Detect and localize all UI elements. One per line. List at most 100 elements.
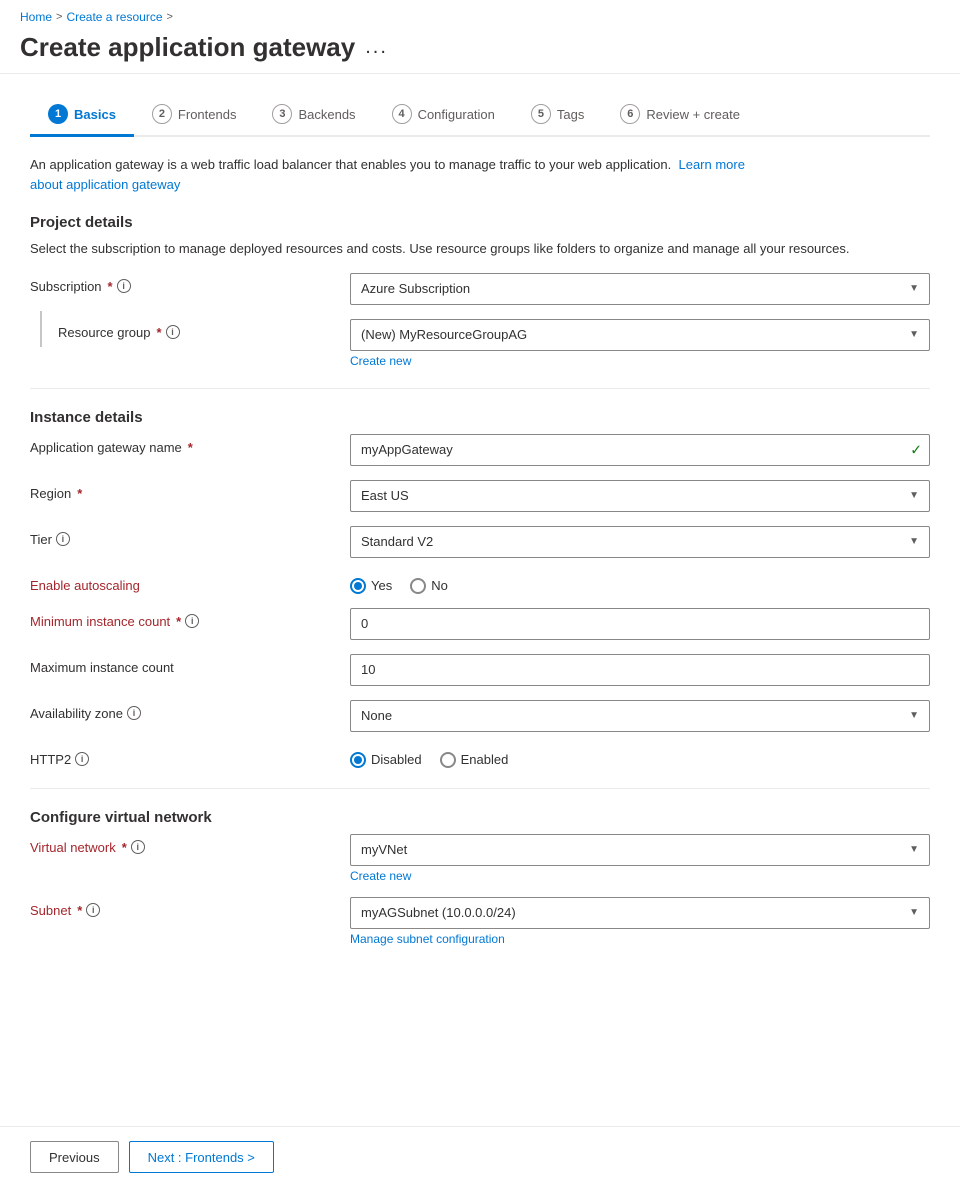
about-link[interactable]: about application gateway: [30, 177, 180, 192]
region-dropdown[interactable]: East US ▼: [350, 480, 930, 512]
manage-subnet-link[interactable]: Manage subnet configuration: [350, 932, 505, 946]
breadcrumb-home[interactable]: Home: [20, 10, 52, 24]
tab-configuration-step: 4: [392, 104, 412, 124]
subscription-value: Azure Subscription: [361, 281, 470, 296]
min-instance-label-col: Minimum instance count * i: [30, 608, 340, 629]
resource-group-row: Resource group * i (New) MyResourceGroup…: [30, 319, 930, 368]
min-instance-label: Minimum instance count: [30, 614, 170, 629]
tier-dropdown[interactable]: Standard V2 ▼: [350, 526, 930, 558]
tier-label-col: Tier i: [30, 526, 340, 547]
resource-group-dropdown[interactable]: (New) MyResourceGroupAG ▼: [350, 319, 930, 351]
previous-button[interactable]: Previous: [30, 1141, 119, 1173]
region-label-col: Region *: [30, 480, 340, 501]
resource-group-arrow: ▼: [909, 329, 919, 340]
info-text-block: An application gateway is a web traffic …: [30, 155, 930, 194]
vnet-row: Virtual network * i myVNet ▼ Create new: [30, 834, 930, 883]
subscription-control: Azure Subscription ▼: [350, 273, 930, 305]
tab-backends[interactable]: 3 Backends: [254, 94, 373, 137]
app-gateway-name-label: Application gateway name: [30, 440, 182, 455]
subscription-arrow: ▼: [909, 283, 919, 294]
min-instance-row: Minimum instance count * i: [30, 608, 930, 640]
subscription-row: Subscription * i Azure Subscription ▼: [30, 273, 930, 305]
region-required: *: [77, 486, 82, 501]
region-label: Region: [30, 486, 71, 501]
vnet-info-icon[interactable]: i: [131, 840, 145, 854]
vnet-control: myVNet ▼ Create new: [350, 834, 930, 883]
tab-review-step: 6: [620, 104, 640, 124]
min-instance-control: [350, 608, 930, 640]
vnet-required: *: [122, 840, 127, 855]
region-value: East US: [361, 488, 409, 503]
http2-disabled-label: Disabled: [371, 752, 422, 767]
vnet-dropdown[interactable]: myVNet ▼: [350, 834, 930, 866]
resource-group-label: Resource group: [58, 325, 151, 340]
learn-more-link[interactable]: Learn more: [678, 157, 744, 172]
info-description: An application gateway is a web traffic …: [30, 157, 671, 172]
subnet-required: *: [77, 903, 82, 918]
page-menu-icon[interactable]: ...: [365, 36, 388, 59]
autoscaling-yes-label: Yes: [371, 578, 392, 593]
autoscaling-no-radio[interactable]: [410, 578, 426, 594]
http2-info-icon[interactable]: i: [75, 752, 89, 766]
http2-enabled-radio[interactable]: [440, 752, 456, 768]
tier-row: Tier i Standard V2 ▼: [30, 526, 930, 558]
tab-backends-step: 3: [272, 104, 292, 124]
vnet-label: Virtual network: [30, 840, 116, 855]
max-instance-input[interactable]: [350, 654, 930, 686]
autoscaling-control: Yes No: [350, 572, 930, 594]
subnet-dropdown[interactable]: myAGSubnet (10.0.0.0/24) ▼: [350, 897, 930, 929]
max-instance-row: Maximum instance count: [30, 654, 930, 686]
http2-disabled-radio[interactable]: [350, 752, 366, 768]
app-gateway-name-required: *: [188, 440, 193, 455]
autoscaling-yes-option[interactable]: Yes: [350, 578, 392, 594]
subscription-required: *: [108, 279, 113, 294]
project-details-desc: Select the subscription to manage deploy…: [30, 239, 930, 259]
tier-info-icon[interactable]: i: [56, 532, 70, 546]
tab-frontends-label: Frontends: [178, 107, 237, 122]
min-instance-info-icon[interactable]: i: [185, 614, 199, 628]
resource-group-info-icon[interactable]: i: [166, 325, 180, 339]
min-instance-required: *: [176, 614, 181, 629]
next-button[interactable]: Next : Frontends >: [129, 1141, 274, 1173]
region-row: Region * East US ▼: [30, 480, 930, 512]
breadcrumb-create-resource[interactable]: Create a resource: [66, 10, 162, 24]
autoscaling-label-col: Enable autoscaling: [30, 572, 340, 593]
tab-tags-step: 5: [531, 104, 551, 124]
tier-arrow: ▼: [909, 536, 919, 547]
vnet-create-new[interactable]: Create new: [350, 869, 411, 883]
subscription-label-col: Subscription * i: [30, 273, 340, 294]
wizard-tabs: 1 Basics 2 Frontends 3 Backends 4 Config…: [30, 94, 930, 137]
app-gateway-name-input[interactable]: [350, 434, 930, 466]
resource-group-control: (New) MyResourceGroupAG ▼ Create new: [350, 319, 930, 368]
autoscaling-no-option[interactable]: No: [410, 578, 448, 594]
subnet-label-col: Subnet * i: [30, 897, 340, 918]
availability-zone-dropdown[interactable]: None ▼: [350, 700, 930, 732]
tab-basics-label: Basics: [74, 107, 116, 122]
http2-disabled-option[interactable]: Disabled: [350, 752, 422, 768]
tab-basics-step: 1: [48, 104, 68, 124]
vnet-value: myVNet: [361, 842, 407, 857]
section-divider-2: [30, 788, 930, 789]
tab-basics[interactable]: 1 Basics: [30, 94, 134, 137]
resource-group-required: *: [157, 325, 162, 340]
subnet-value: myAGSubnet (10.0.0.0/24): [361, 905, 516, 920]
availability-zone-info-icon[interactable]: i: [127, 706, 141, 720]
tab-tags[interactable]: 5 Tags: [513, 94, 602, 137]
autoscaling-yes-radio[interactable]: [350, 578, 366, 594]
autoscaling-radio-group: Yes No: [350, 572, 930, 594]
tab-configuration[interactable]: 4 Configuration: [374, 94, 513, 137]
subnet-info-icon[interactable]: i: [86, 903, 100, 917]
tab-configuration-label: Configuration: [418, 107, 495, 122]
tab-backends-label: Backends: [298, 107, 355, 122]
resource-group-value: (New) MyResourceGroupAG: [361, 327, 527, 342]
page-title: Create application gateway: [20, 32, 355, 63]
tab-frontends[interactable]: 2 Frontends: [134, 94, 255, 137]
tab-review-label: Review + create: [646, 107, 740, 122]
subscription-info-icon[interactable]: i: [117, 279, 131, 293]
resource-group-create-new[interactable]: Create new: [350, 354, 411, 368]
min-instance-input[interactable]: [350, 608, 930, 640]
http2-enabled-option[interactable]: Enabled: [440, 752, 509, 768]
subscription-dropdown[interactable]: Azure Subscription ▼: [350, 273, 930, 305]
availability-zone-control: None ▼: [350, 700, 930, 732]
tab-review-create[interactable]: 6 Review + create: [602, 94, 758, 137]
